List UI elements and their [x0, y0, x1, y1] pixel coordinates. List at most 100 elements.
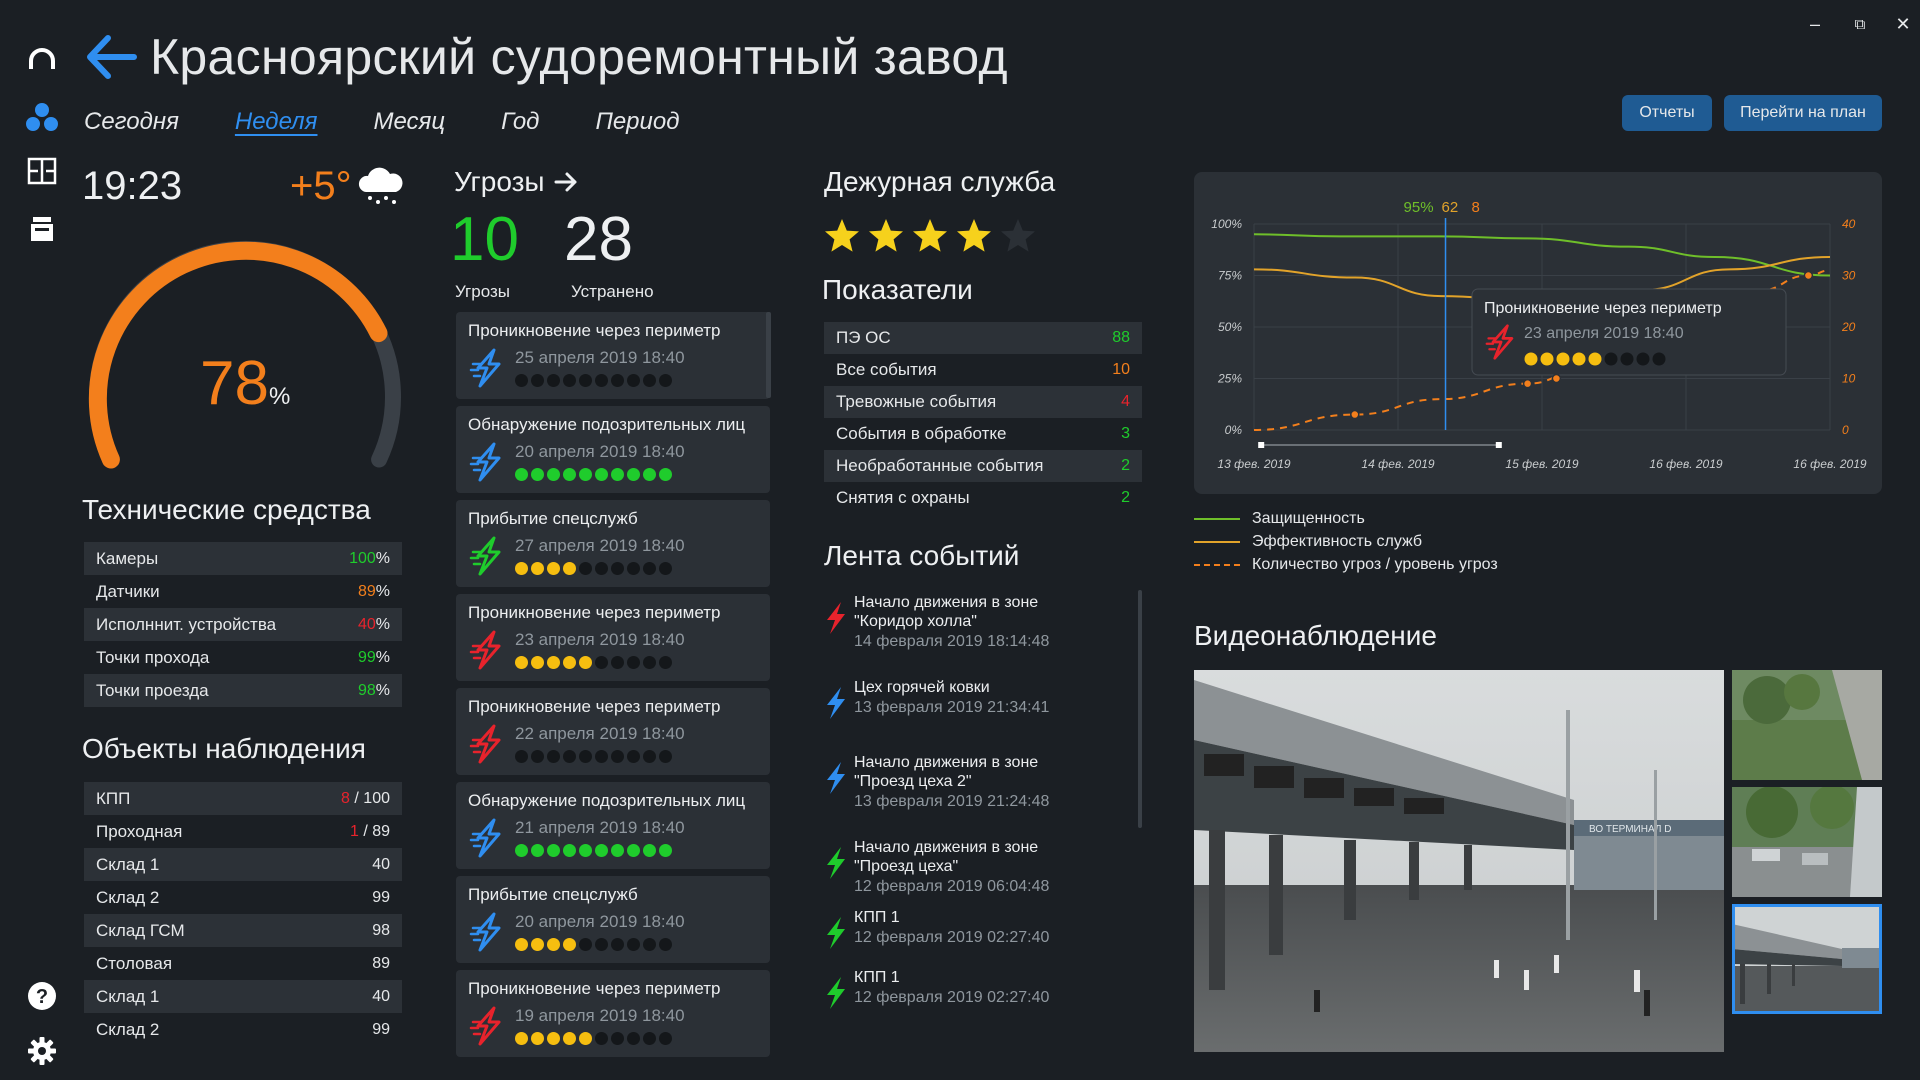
star-icon[interactable]: [1000, 218, 1036, 254]
indicator-row[interactable]: События в обработке 3: [824, 418, 1142, 450]
indicator-row[interactable]: Необработанные события 2: [824, 450, 1142, 482]
object-row[interactable]: Столовая 89: [84, 947, 402, 980]
threat-level-dot: [627, 656, 640, 669]
object-row[interactable]: Проходная 1 / 89: [84, 815, 402, 848]
archive-icon[interactable]: [25, 212, 59, 246]
object-row[interactable]: Склад 1 40: [84, 848, 402, 881]
help-icon[interactable]: ?: [25, 979, 59, 1013]
legend-efficiency: Эффективность служб: [1194, 533, 1422, 551]
tab-period[interactable]: Период: [595, 108, 679, 136]
star-icon[interactable]: [912, 218, 948, 254]
star-icon[interactable]: [824, 218, 860, 254]
video-thumb-selected[interactable]: [1732, 904, 1882, 1014]
threat-level-dot: [595, 374, 608, 387]
threat-level-dot: [579, 562, 592, 575]
threat-level-dot: [627, 562, 640, 575]
threat-level-dot: [643, 750, 656, 763]
threat-level-dot: [595, 1032, 608, 1045]
threat-card[interactable]: Проникновение через периметр 22 апреля 20…: [456, 688, 770, 775]
threat-level-dot: [595, 468, 608, 481]
threat-card[interactable]: Проникновение через периметр 23 апреля 20…: [456, 594, 770, 681]
range-handle: [1495, 442, 1502, 448]
threat-card[interactable]: Прибытие спецслужб 27 апреля 2019 18:40: [456, 500, 770, 587]
bolt-icon: [824, 686, 848, 720]
legend-label: Количество угроз / уровень угроз: [1252, 556, 1498, 573]
threat-level-dot: [611, 938, 624, 951]
legend-swatch: [1194, 518, 1240, 520]
object-row[interactable]: КПП 8 / 100: [84, 782, 402, 815]
threat-card-title: Проникновение через периметр: [468, 979, 721, 998]
go-to-plan-button[interactable]: Перейти на план: [1724, 95, 1882, 131]
tech-row: Исполннит. устройства 40%: [84, 608, 402, 641]
cursor-value-protection: 95%: [1404, 199, 1434, 216]
event-feed-scrollbar[interactable]: [1138, 590, 1142, 828]
reports-button[interactable]: Отчеты: [1622, 95, 1712, 131]
headset-icon[interactable]: [25, 42, 59, 76]
trend-chart[interactable]: 100% 4075% 3050% 2025% 100% 013 фев. 2019 14 ф…: [1194, 172, 1882, 494]
resolved-count-label: Устранено: [571, 282, 654, 301]
video-thumb[interactable]: [1732, 670, 1882, 780]
row-label: Тревожные события: [836, 392, 997, 411]
video-main-feed[interactable]: ВО ТЕРМИНАЛ D: [1194, 670, 1724, 1052]
users-icon[interactable]: [25, 100, 59, 134]
event-text: Цех горячей ковки: [854, 679, 990, 696]
back-arrow-icon[interactable]: [84, 32, 138, 82]
row-label: Исполннит. устройства: [96, 614, 277, 634]
period-tabs: Сегодня Неделя Месяц Год Период: [84, 108, 735, 136]
threat-level-dot: [627, 374, 640, 387]
x-tick-label: 16 фев. 2019: [1649, 457, 1722, 471]
close-button[interactable]: ✕: [1888, 10, 1918, 38]
threat-list-scrollbar[interactable]: [766, 312, 771, 398]
threat-card[interactable]: Обнаружение подозрительных лиц 20 апреля …: [456, 406, 770, 493]
threat-card[interactable]: Прибытие спецслужб 20 апреля 2019 18:40: [456, 876, 770, 963]
indicator-row[interactable]: ПЭ ОС 88: [824, 322, 1142, 354]
threat-level-dot: [627, 468, 640, 481]
video-thumb[interactable]: [1732, 787, 1882, 897]
minimize-button[interactable]: ‒: [1800, 10, 1830, 38]
settings-icon[interactable]: [25, 1034, 59, 1068]
bolt-icon: [824, 601, 848, 635]
indicator-row[interactable]: Тревожные события 4: [824, 386, 1142, 418]
tab-year[interactable]: Год: [501, 108, 539, 136]
event-date: 13 февраля 2019 21:34:41: [854, 699, 1050, 716]
y-tick-label-left: 100%: [1211, 217, 1242, 231]
threats-title[interactable]: Угрозы: [454, 166, 579, 198]
object-row[interactable]: Склад ГСМ 98: [84, 914, 402, 947]
indicator-row[interactable]: Снятия с охраны 2: [824, 482, 1142, 514]
legend-label: Эффективность служб: [1252, 533, 1423, 550]
tab-month[interactable]: Месяц: [373, 108, 445, 136]
threat-card-title: Прибытие спецслужб: [468, 509, 638, 528]
tooltip-date: 23 апреля 2019 18:40: [1524, 325, 1684, 342]
threat-card[interactable]: Проникновение через периметр 19 апреля 20…: [456, 970, 770, 1057]
row-unit: %: [375, 648, 390, 666]
tab-week[interactable]: Неделя: [235, 108, 318, 136]
restore-button[interactable]: ⧉: [1845, 10, 1875, 38]
duty-rating[interactable]: [824, 218, 1036, 254]
objects-title: Объекты наблюдения: [82, 733, 366, 764]
event-text: Начало движения в зоне "Проезд цеха 2": [854, 754, 1039, 790]
threat-card-date: 25 апреля 2019 18:40: [515, 348, 685, 367]
threat-card[interactable]: Обнаружение подозрительных лиц 21 апреля …: [456, 782, 770, 869]
x-tick-label: 14 фев. 2019: [1361, 457, 1434, 471]
tech-row: Точки проезда 98%: [84, 674, 402, 707]
tab-today[interactable]: Сегодня: [84, 108, 179, 136]
row-value: 4: [1121, 393, 1130, 410]
row-value: 99: [372, 1020, 390, 1038]
object-row[interactable]: Склад 2 99: [84, 1013, 402, 1046]
star-icon[interactable]: [868, 218, 904, 254]
row-value: 40: [372, 855, 390, 873]
threat-level-dot: [611, 656, 624, 669]
plan-icon[interactable]: [25, 154, 59, 188]
y-tick-label-right: 0: [1842, 423, 1849, 437]
threat-level-dot: [643, 656, 656, 669]
legend-swatch: [1194, 541, 1240, 543]
tech-row: Камеры 100%: [84, 542, 402, 575]
object-row[interactable]: Склад 1 40: [84, 980, 402, 1013]
indicator-row[interactable]: Все события 10: [824, 354, 1142, 386]
object-row[interactable]: Склад 2 99: [84, 881, 402, 914]
threat-card[interactable]: Проникновение через периметр 25 апреля 20…: [456, 312, 770, 399]
star-icon[interactable]: [956, 218, 992, 254]
threat-level-dot: [643, 938, 656, 951]
threat-level-dot: [563, 938, 576, 951]
row-label: Склад 1: [96, 986, 160, 1006]
